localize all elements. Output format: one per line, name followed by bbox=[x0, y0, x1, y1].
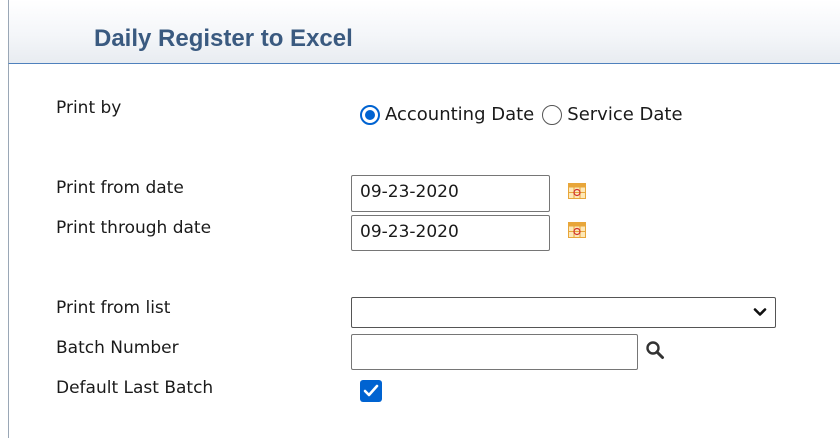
print-from-date-input[interactable]: 09-23-2020 bbox=[351, 175, 550, 212]
print-from-list-select[interactable] bbox=[351, 297, 776, 328]
print-from-date-label: Print from date bbox=[56, 178, 184, 198]
print-through-date-label: Print through date bbox=[56, 218, 212, 238]
accounting-date-radio[interactable] bbox=[360, 104, 380, 125]
search-icon[interactable] bbox=[645, 340, 665, 360]
default-last-batch-label: Default Last Batch bbox=[56, 378, 214, 398]
title-bar: Daily Register to Excel bbox=[8, 0, 840, 64]
calendar-icon[interactable] bbox=[568, 183, 586, 199]
page-title: Daily Register to Excel bbox=[94, 25, 353, 52]
print-by-radio-group: Accounting Date Service Date bbox=[360, 104, 691, 125]
batch-number-label: Batch Number bbox=[56, 338, 179, 358]
service-date-radio[interactable] bbox=[542, 104, 563, 125]
print-by-label: Print by bbox=[56, 98, 122, 118]
default-last-batch-checkbox[interactable] bbox=[360, 380, 382, 402]
batch-number-input[interactable] bbox=[351, 334, 638, 370]
accounting-date-label[interactable]: Accounting Date bbox=[385, 104, 534, 125]
calendar-icon[interactable] bbox=[568, 222, 586, 238]
chevron-down-icon bbox=[753, 308, 767, 316]
print-from-list-label: Print from list bbox=[56, 298, 171, 318]
service-date-label[interactable]: Service Date bbox=[567, 104, 682, 125]
checkmark-icon bbox=[363, 384, 379, 397]
print-through-date-input[interactable]: 09-23-2020 bbox=[351, 215, 550, 251]
